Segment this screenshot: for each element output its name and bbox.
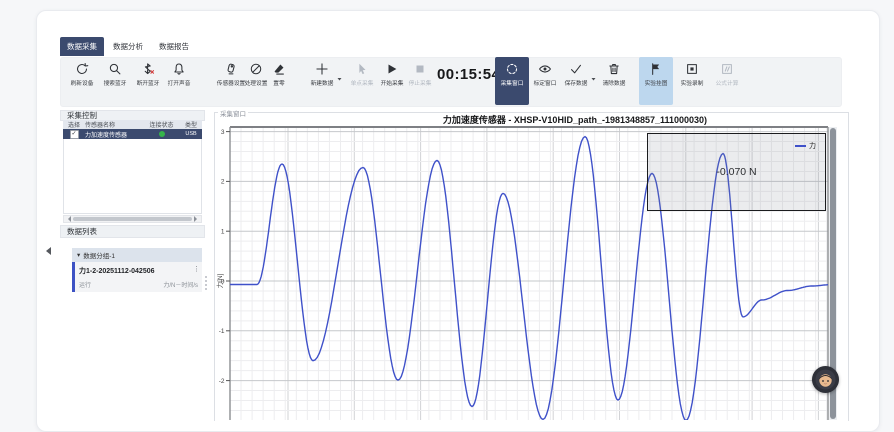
capture-timer: 00:15:54: [437, 66, 500, 83]
trash-icon: [607, 60, 621, 77]
sensor-checkbox[interactable]: ✓: [70, 130, 79, 139]
stop-capture-button[interactable]: 停止采集: [403, 60, 437, 102]
status-dot: [159, 131, 165, 137]
disconnect-bluetooth-button[interactable]: 断开蓝牙: [131, 60, 165, 102]
bell-icon: [172, 60, 186, 77]
formula-calc-button[interactable]: 公式计算: [710, 60, 744, 102]
assistant-avatar-button[interactable]: [812, 366, 839, 393]
data-run-item[interactable]: 力1-2-20251112-042506 ⋮ 运行 力/N－时间/s: [72, 262, 202, 292]
panel-splitter-handle[interactable]: [205, 276, 207, 290]
y-tick-label: 1: [221, 229, 225, 236]
experiment-record-button[interactable]: 实验录制: [675, 60, 709, 102]
legend-label: 力: [809, 141, 816, 151]
y-tick-label: -1: [219, 328, 225, 335]
data-run-status: 运行: [79, 280, 91, 289]
flag-icon: [649, 60, 663, 77]
y-tick-label: -2: [219, 378, 225, 385]
eraser-icon: [272, 60, 286, 77]
tab-data-report[interactable]: 数据报告: [152, 37, 196, 56]
clear-data-button[interactable]: 清除数据: [597, 60, 631, 102]
experiment-chart-button[interactable]: 实验挂图: [639, 57, 673, 105]
tab-data-collection[interactable]: 数据采集: [60, 37, 104, 56]
data-list-header: 数据列表: [60, 225, 205, 238]
zero-button[interactable]: 置零: [262, 60, 296, 102]
dashed-circle-icon: [505, 60, 519, 77]
tab-bar: 数据采集 数据分析 数据报告: [60, 37, 196, 56]
person-face-icon: [815, 369, 836, 390]
scroll-right-arrow[interactable]: [194, 216, 200, 222]
single-point-capture-button[interactable]: 单点采集: [345, 60, 379, 102]
play-icon: [385, 60, 399, 77]
refresh-icon: [75, 60, 89, 77]
data-group-row[interactable]: ▾ 数据分组-1: [72, 248, 202, 262]
column-type: 类型: [180, 120, 202, 129]
calibration-window-button[interactable]: 标定窗口: [528, 60, 562, 102]
table-row[interactable]: ✓ 力加速度传感器 USB: [63, 129, 202, 139]
bluetooth-off-icon: [141, 60, 155, 77]
kebab-menu-icon[interactable]: ⋮: [193, 266, 200, 273]
y-axis-label: 力[N]: [214, 264, 224, 298]
chart-legend: 力: [795, 141, 816, 151]
sound-on-button[interactable]: 打开声音: [162, 60, 196, 102]
process-icon: [249, 60, 263, 77]
search-bluetooth-button[interactable]: 搜索蓝牙: [98, 60, 132, 102]
measurement-value: -0.070 N: [716, 166, 756, 178]
scroll-left-arrow[interactable]: [65, 216, 71, 222]
column-connection-status: 连接状态: [143, 120, 180, 129]
chevron-down-icon[interactable]: [336, 69, 343, 87]
pointer-icon: [355, 60, 369, 77]
sensor-table-body: [63, 139, 202, 214]
column-sensor-name: 传感器名称: [85, 120, 143, 129]
horizontal-scrollbar[interactable]: [63, 215, 202, 223]
new-data-button[interactable]: 新建数据: [305, 60, 339, 102]
refresh-device-button[interactable]: 刷新设备: [65, 60, 99, 102]
column-select: 选择: [63, 120, 85, 129]
tab-data-analysis[interactable]: 数据分析: [106, 37, 150, 56]
sensor-table-header: 选择 传感器名称 连接状态 类型: [63, 120, 202, 129]
data-group-label: 数据分组-1: [83, 250, 115, 260]
y-tick-label: 3: [221, 129, 225, 136]
chevron-down-icon[interactable]: ▾: [77, 251, 80, 259]
data-list-title: 数据列表: [67, 226, 97, 237]
formula-icon: [720, 60, 734, 77]
y-tick-label: 2: [221, 179, 225, 186]
capture-window-button[interactable]: 采集窗口: [495, 57, 529, 105]
stop-icon: [413, 60, 427, 77]
sensor-icon: [224, 60, 238, 77]
plus-icon: [315, 60, 329, 77]
scrollbar-thumb[interactable]: [73, 217, 192, 221]
search-icon: [108, 60, 122, 77]
chevron-down-icon[interactable]: [590, 69, 597, 87]
legend-line-swatch: [795, 145, 806, 147]
sensor-name: 力加速度传感器: [85, 130, 143, 139]
record-icon: [685, 60, 699, 77]
eye-icon: [538, 60, 552, 77]
data-run-title: 力1-2-20251112-042506: [79, 266, 202, 276]
chart-title: 力加速度传感器 - XHSP-V10HID_path_-1981348857_1…: [380, 113, 770, 126]
sidebar-collapse-arrow[interactable]: [42, 247, 51, 255]
data-run-axes: 力/N－时间/s: [163, 280, 198, 289]
sensor-type: USB: [180, 131, 202, 137]
check-icon: [569, 60, 583, 77]
save-data-button[interactable]: 保存数据: [559, 60, 593, 102]
